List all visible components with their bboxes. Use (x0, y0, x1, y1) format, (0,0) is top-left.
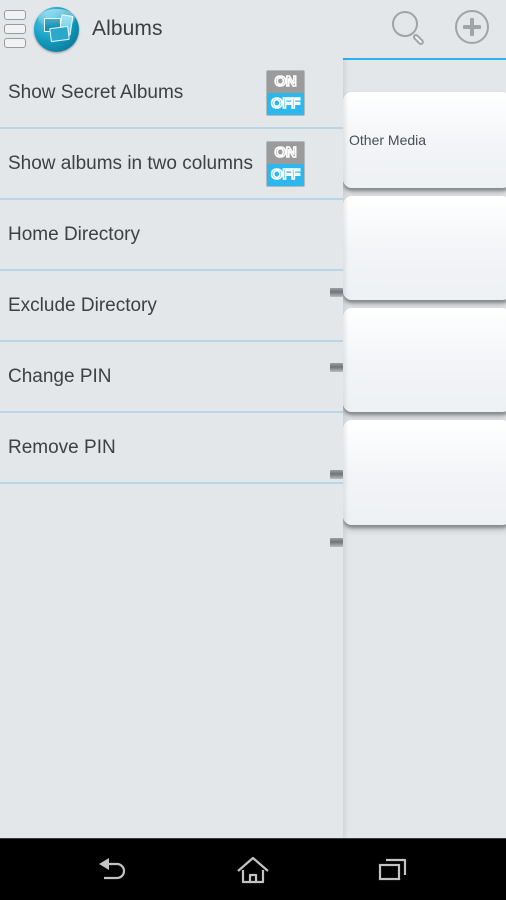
onoff-toggle-off-label: OFF (270, 165, 301, 184)
settings-row[interactable]: Show albums in two columns ON OFF (0, 129, 343, 200)
settings-row[interactable]: Exclude Directory (0, 271, 343, 342)
album-card[interactable] (343, 308, 506, 412)
settings-row-label: Change PIN (8, 365, 112, 387)
settings-row[interactable]: Home Directory (0, 200, 343, 271)
onoff-toggle-on-label: ON (274, 72, 298, 91)
app-screen: Other Media Show Secret Albums ON OFF Show … (0, 0, 506, 900)
menu-bar-2 (4, 24, 26, 34)
home-icon (237, 856, 269, 884)
onoff-toggle-on-half: ON (267, 70, 304, 93)
app-icon-photo-front (49, 25, 70, 43)
add-action-button[interactable] (450, 5, 498, 53)
settings-row[interactable]: Remove PIN (0, 413, 343, 484)
settings-row[interactable]: Change PIN (0, 342, 343, 413)
settings-row-label: Remove PIN (8, 436, 116, 458)
settings-row-label: Show albums in two columns (8, 152, 253, 174)
drawer-scroll-indicator[interactable] (330, 288, 343, 297)
album-card[interactable]: Other Media (343, 92, 506, 188)
action-bar: Albums (0, 0, 506, 58)
nav-home-button[interactable] (201, 839, 305, 900)
drawer-scroll-indicator[interactable] (330, 470, 343, 479)
search-icon-handle (412, 32, 426, 46)
nav-back-button[interactable] (62, 839, 166, 900)
list-menu-icon[interactable] (2, 8, 28, 50)
photo-albums-icon (34, 7, 79, 52)
onoff-toggle-on-label: ON (274, 143, 298, 162)
album-card[interactable] (343, 196, 506, 300)
back-arrow-icon (99, 858, 126, 880)
onoff-toggle-off-half: OFF (267, 163, 304, 186)
settings-row-label: Exclude Directory (8, 294, 157, 316)
onoff-toggle[interactable]: ON OFF (266, 140, 305, 187)
system-navigation-bar (0, 838, 506, 900)
page-title: Albums (92, 17, 163, 40)
settings-row-label: Show Secret Albums (8, 81, 184, 103)
menu-bar-3 (4, 38, 26, 48)
settings-row-label: Home Directory (8, 223, 140, 245)
onoff-toggle-off-label: OFF (270, 94, 301, 113)
album-card-label: Other Media (349, 132, 427, 148)
drawer-scroll-indicator[interactable] (330, 538, 343, 547)
app-icon-gloss (38, 9, 75, 27)
settings-row[interactable]: Show Secret Albums ON OFF (0, 58, 343, 129)
onoff-toggle-on-half: ON (267, 141, 304, 164)
nav-recents-button[interactable] (341, 839, 445, 900)
onoff-toggle-off-half: OFF (267, 92, 304, 115)
drawer-scroll-indicator[interactable] (330, 363, 343, 372)
settings-drawer: Show Secret Albums ON OFF Show albums in tw… (0, 58, 343, 838)
onoff-toggle[interactable]: ON OFF (266, 69, 305, 116)
search-action-button[interactable] (387, 5, 435, 53)
plus-circle-icon (455, 10, 489, 44)
menu-bar-1 (4, 10, 26, 20)
albums-panel: Other Media (343, 58, 506, 838)
recents-square-icon (378, 858, 407, 881)
album-card[interactable] (343, 420, 506, 525)
